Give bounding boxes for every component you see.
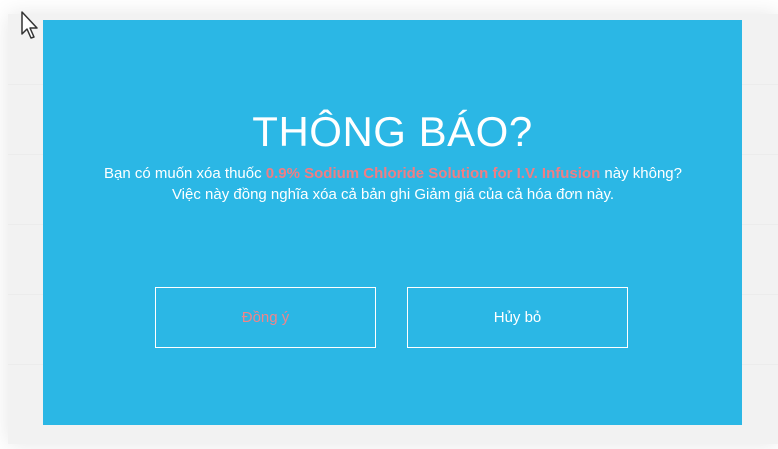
mouse-pointer-icon <box>21 11 38 39</box>
message-line-2: Việc này đồng nghĩa xóa cả bản ghi Giảm … <box>171 186 615 203</box>
dialog-message: Bạn có muốn xóa thuốc 0.9% Sodium Chlori… <box>93 163 693 205</box>
cancel-button[interactable]: Hủy bỏ <box>407 287 628 348</box>
dialog-title: THÔNG BÁO? <box>252 108 533 155</box>
confirm-delete-dialog: THÔNG BÁO? Bạn có muốn xóa thuốc 0.9% So… <box>43 20 742 425</box>
message-prefix: Bạn có muốn xóa thuốc <box>104 165 266 182</box>
message-suffix: này không? <box>600 165 682 182</box>
confirm-button[interactable]: Đồng ý <box>155 287 376 348</box>
drug-name: 0.9% Sodium Chloride Solution for I.V. I… <box>265 165 601 182</box>
